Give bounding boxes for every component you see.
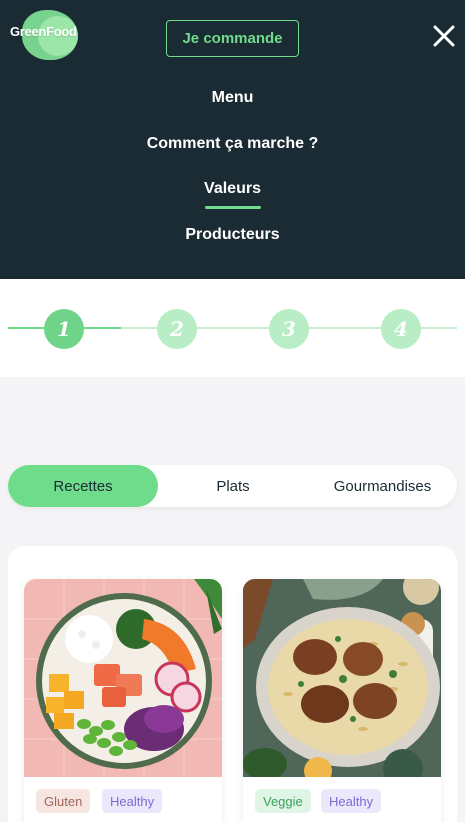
tab-gourmandises[interactable]: Gourmandises [308, 465, 457, 507]
recipes-panel: Gluten Healthy Veggie Healthy [8, 546, 457, 822]
close-icon[interactable] [430, 22, 458, 50]
tag-healthy: Healthy [102, 789, 163, 813]
recipe-card[interactable]: Gluten Healthy [24, 579, 222, 822]
chicken-orzo-image [243, 579, 441, 777]
tab-plats[interactable]: Plats [158, 465, 308, 507]
category-tabs: Recettes Plats Gourmandises [8, 465, 457, 507]
nav-item-menu[interactable]: Menu [0, 89, 465, 107]
step-2[interactable]: 2 [157, 309, 197, 349]
order-button[interactable]: Je commande [166, 20, 299, 57]
nav-item-values[interactable]: Valeurs [0, 180, 465, 198]
nav-item-producers[interactable]: Producteurs [0, 226, 465, 244]
tag-veggie: Veggie [255, 789, 311, 813]
tag-healthy: Healthy [321, 789, 382, 813]
greenfood-logo[interactable]: GreenFood [8, 10, 84, 60]
recipe-card[interactable]: Veggie Healthy [243, 579, 441, 822]
step-4[interactable]: 4 [381, 309, 421, 349]
step-1[interactable]: 1 [44, 309, 84, 349]
navigation-overlay: GreenFood Je commande Menu Comment ça ma… [0, 0, 465, 279]
logo-text: GreenFood [10, 24, 77, 39]
tab-recettes[interactable]: Recettes [8, 465, 158, 507]
tag-gluten: Gluten [36, 789, 91, 813]
active-nav-underline [205, 206, 261, 209]
nav-item-how-it-works[interactable]: Comment ça marche ? [0, 135, 465, 153]
poke-bowl-image [24, 579, 222, 777]
order-stepper: 1 2 3 4 [0, 279, 465, 377]
step-3[interactable]: 3 [269, 309, 309, 349]
